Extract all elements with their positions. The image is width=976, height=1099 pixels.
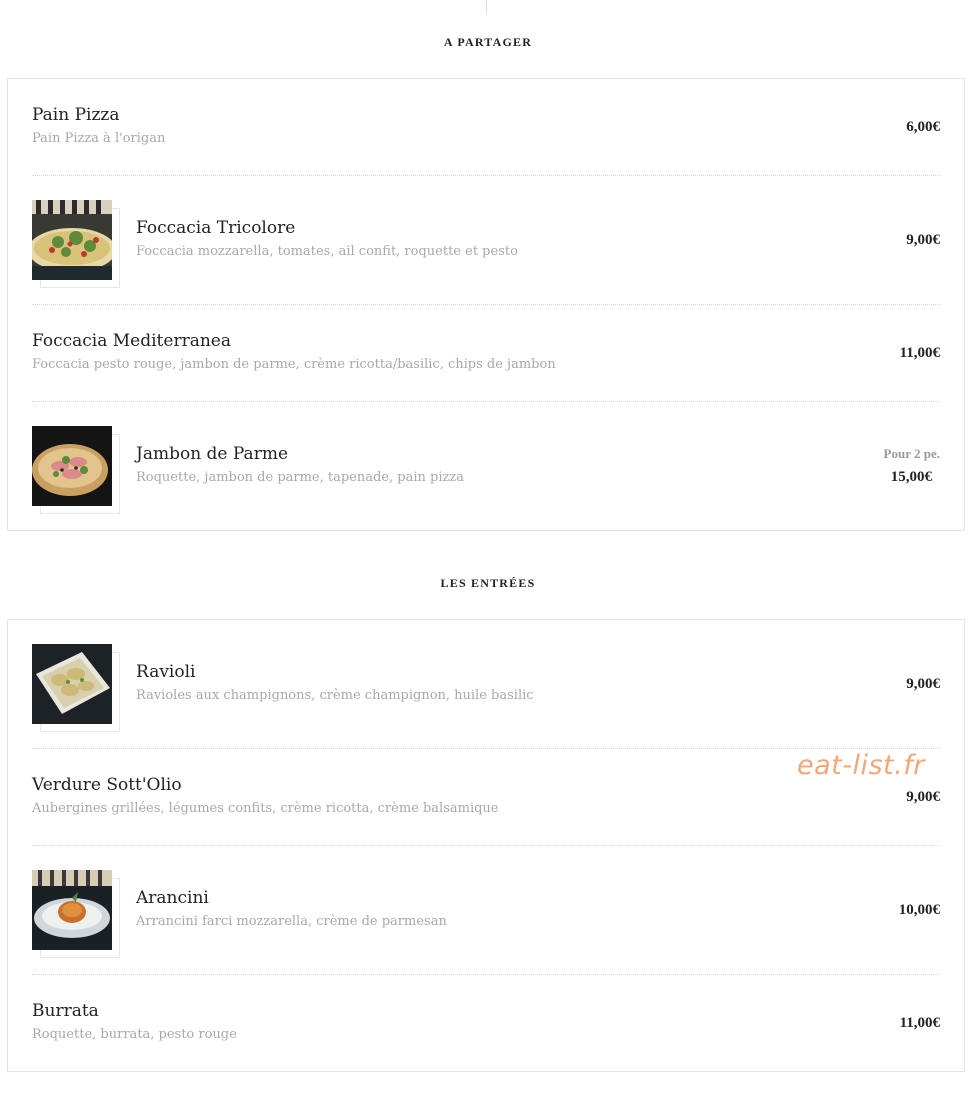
- menu-item-foccacia-mediterranea[interactable]: Foccacia Mediterranea Foccacia pesto rou…: [32, 305, 940, 402]
- item-price: 10,00€: [898, 902, 940, 918]
- item-price: 11,00€: [899, 345, 940, 361]
- item-price: 15,00€: [890, 469, 932, 485]
- item-image[interactable]: [32, 870, 120, 958]
- item-description: Arrancini farci mozzarella, crème de par…: [136, 914, 447, 929]
- item-description: Aubergines grillées, légumes confits, cr…: [32, 801, 499, 816]
- menu-item-ravioli[interactable]: Ravioli Ravioles aux champignons, crème …: [32, 620, 940, 749]
- watermark: eat-list.fr: [797, 750, 925, 781]
- item-description: Ravioles aux champignons, crème champign…: [136, 688, 534, 703]
- item-price: 9,00€: [906, 789, 940, 805]
- item-description: Foccacia pesto rouge, jambon de parme, c…: [32, 357, 556, 372]
- foccacia-photo: [32, 200, 112, 280]
- item-name: Burrata: [32, 1001, 99, 1021]
- item-name: Jambon de Parme: [136, 444, 289, 464]
- top-divider: [486, 0, 487, 14]
- item-image[interactable]: [32, 426, 120, 514]
- item-price: 9,00€: [906, 232, 940, 248]
- item-name: Foccacia Mediterranea: [32, 331, 231, 351]
- item-name: Verdure Sott'Olio: [32, 775, 182, 795]
- item-price: 9,00€: [906, 676, 940, 692]
- item-image[interactable]: [32, 200, 120, 288]
- menu-item-pain-pizza[interactable]: Pain Pizza Pain Pizza à l'origan 6,00€: [32, 79, 940, 176]
- item-name: Ravioli: [136, 662, 196, 682]
- menu-item-jambon-de-parme[interactable]: Jambon de Parme Roquette, jambon de parm…: [32, 402, 940, 530]
- menu-card-a-partager: Pain Pizza Pain Pizza à l'origan 6,00€ F…: [7, 78, 965, 531]
- jambon-photo: [32, 426, 112, 506]
- item-price-note: Pour 2 pe.: [883, 446, 940, 461]
- menu-card-les-entrees: Ravioli Ravioles aux champignons, crème …: [7, 619, 965, 1072]
- arancini-photo: [32, 870, 112, 950]
- item-name: Pain Pizza: [32, 105, 120, 125]
- menu-item-burrata[interactable]: Burrata Roquette, burrata, pesto rouge 1…: [32, 975, 940, 1071]
- item-price: 6,00€: [906, 119, 940, 135]
- item-name: Arancini: [136, 888, 209, 908]
- menu-item-foccacia-tricolore[interactable]: Foccacia Tricolore Foccacia mozzarella, …: [32, 176, 940, 305]
- section-title-a-partager: A PARTAGER: [443, 35, 533, 49]
- item-description: Roquette, jambon de parme, tapenade, pai…: [136, 470, 464, 485]
- item-name: Foccacia Tricolore: [136, 218, 296, 238]
- section-title-les-entrees: LES ENTRÉES: [440, 576, 536, 590]
- item-description: Roquette, burrata, pesto rouge: [32, 1027, 237, 1042]
- menu-item-arancini[interactable]: Arancini Arrancini farci mozzarella, crè…: [32, 846, 940, 975]
- item-image[interactable]: [32, 644, 120, 732]
- ravioli-photo: [32, 644, 112, 724]
- item-description: Foccacia mozzarella, tomates, ail confit…: [136, 244, 518, 259]
- item-description: Pain Pizza à l'origan: [32, 131, 166, 146]
- item-price: 11,00€: [899, 1015, 940, 1031]
